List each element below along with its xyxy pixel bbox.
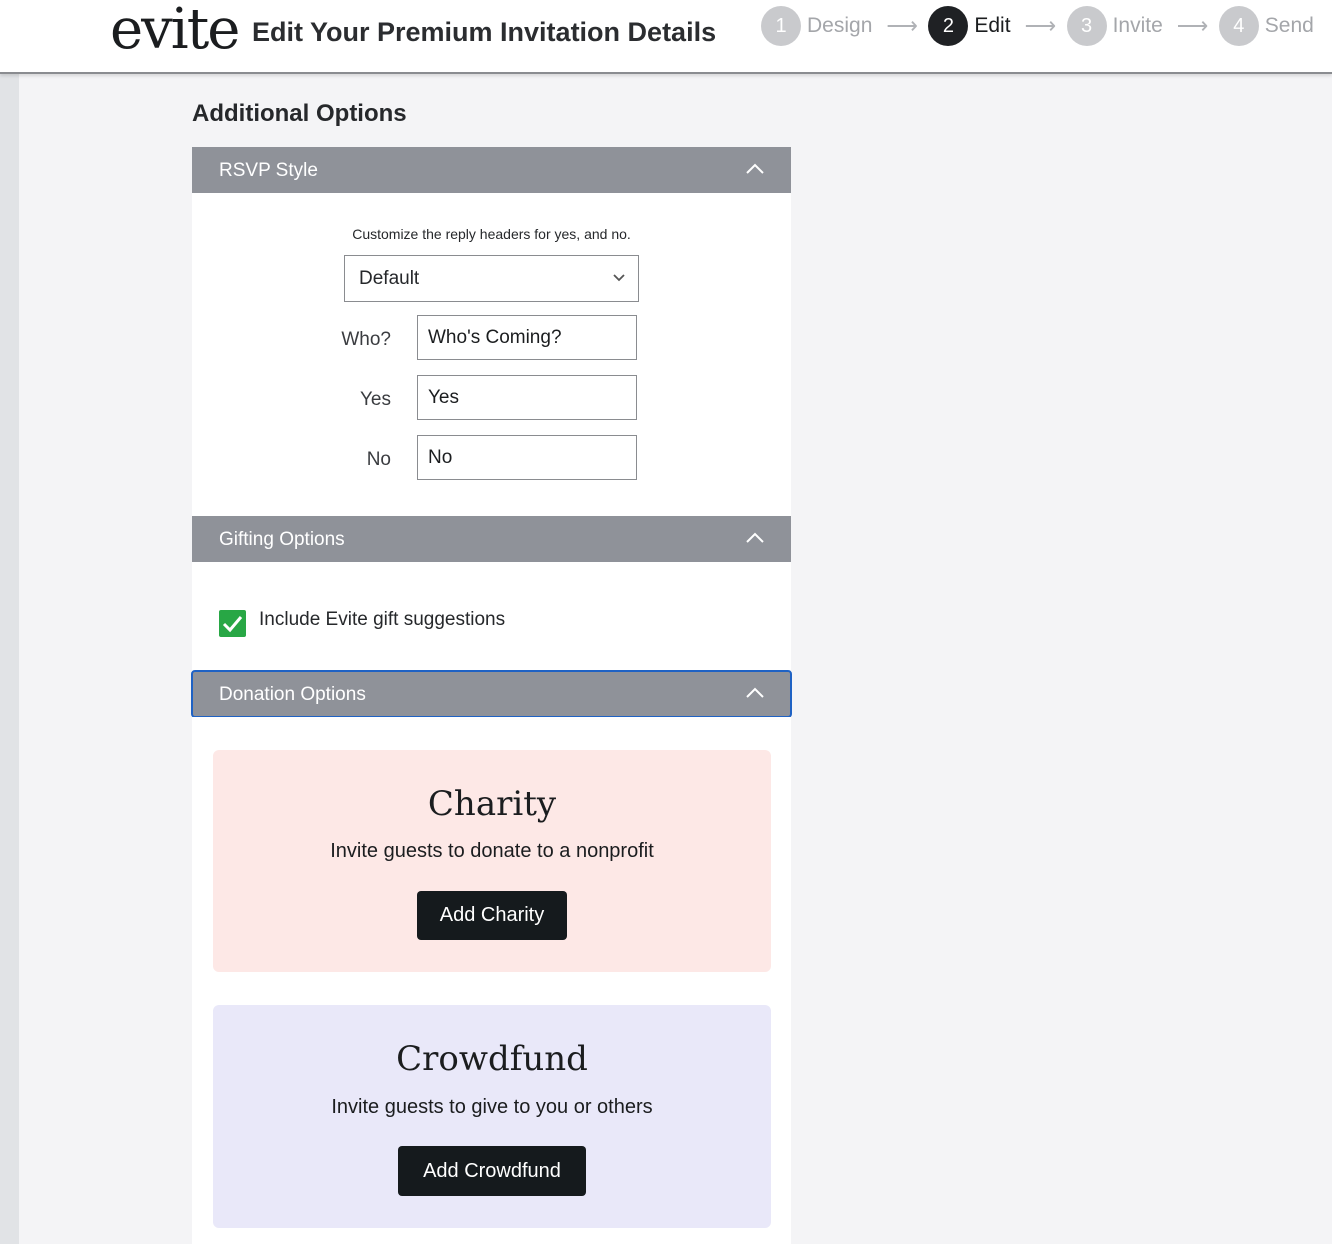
left-rail [0, 72, 19, 1244]
who-label: Who? [341, 329, 391, 350]
section-heading: Additional Options [192, 100, 407, 127]
step-number: 2 [928, 6, 969, 46]
crowdfund-subtitle: Invite guests to give to you or others [331, 1096, 653, 1118]
gift-suggestions-label: Include Evite gift suggestions [259, 609, 506, 630]
step-number: 1 [761, 6, 801, 46]
who-input[interactable] [417, 315, 637, 360]
gift-suggestions-checkbox[interactable] [219, 610, 246, 637]
charity-title: Charity [427, 784, 557, 824]
charity-card: Charity Invite guests to donate to a non… [213, 750, 771, 972]
step-label: Edit [974, 14, 1011, 37]
panel-title: RSVP Style [219, 160, 318, 181]
checkmark-icon [222, 616, 243, 633]
panel-title: Donation Options [219, 684, 366, 705]
yes-input[interactable] [417, 375, 637, 420]
arrow-right-icon: ⟶ [1176, 13, 1209, 38]
donation-options-header[interactable]: Donation Options [191, 670, 792, 718]
rsvp-style-select[interactable]: Default [344, 255, 639, 302]
arrow-right-icon: ⟶ [886, 13, 918, 38]
rsvp-style-header[interactable]: RSVP Style [192, 147, 791, 193]
no-input[interactable] [417, 435, 637, 480]
yes-label: Yes [360, 389, 391, 410]
step-send[interactable]: 4 Send [1218, 6, 1314, 46]
add-charity-button[interactable]: Add Charity [417, 891, 567, 940]
step-invite[interactable]: 3 Invite [1066, 6, 1163, 46]
arrow-right-icon: ⟶ [1024, 13, 1057, 38]
step-number: 4 [1218, 6, 1259, 46]
top-header: evite Edit Your Premium Invitation Detai… [0, 0, 1332, 74]
chevron-up-icon [746, 687, 764, 698]
add-crowdfund-button[interactable]: Add Crowdfund [398, 1146, 586, 1196]
chevron-up-icon [746, 532, 764, 543]
select-value: Default [359, 268, 420, 289]
chevron-up-icon [746, 163, 764, 174]
step-number: 3 [1066, 6, 1107, 46]
crowdfund-title: Crowdfund [396, 1039, 588, 1079]
no-label: No [366, 449, 391, 470]
gifting-options-header[interactable]: Gifting Options [192, 516, 791, 562]
evite-logo[interactable]: evite [110, 0, 240, 66]
step-label: Send [1264, 14, 1314, 37]
chevron-down-icon [613, 274, 625, 282]
panel-title: Gifting Options [219, 529, 345, 550]
charity-subtitle: Invite guests to donate to a nonprofit [330, 840, 654, 862]
crowdfund-card: Crowdfund Invite guests to give to you o… [213, 1005, 771, 1228]
step-label: Invite [1112, 14, 1163, 37]
step-edit[interactable]: 2 Edit [928, 6, 1011, 46]
step-design[interactable]: 1 Design [761, 6, 872, 46]
rsvp-description: Customize the reply headers for yes, and… [352, 226, 631, 242]
step-label: Design [807, 14, 873, 37]
page-title: Edit Your Premium Invitation Details [252, 17, 717, 47]
progress-steps: 1 Design ⟶ 2 Edit ⟶ 3 Invite ⟶ 4 Send [761, 6, 1314, 46]
